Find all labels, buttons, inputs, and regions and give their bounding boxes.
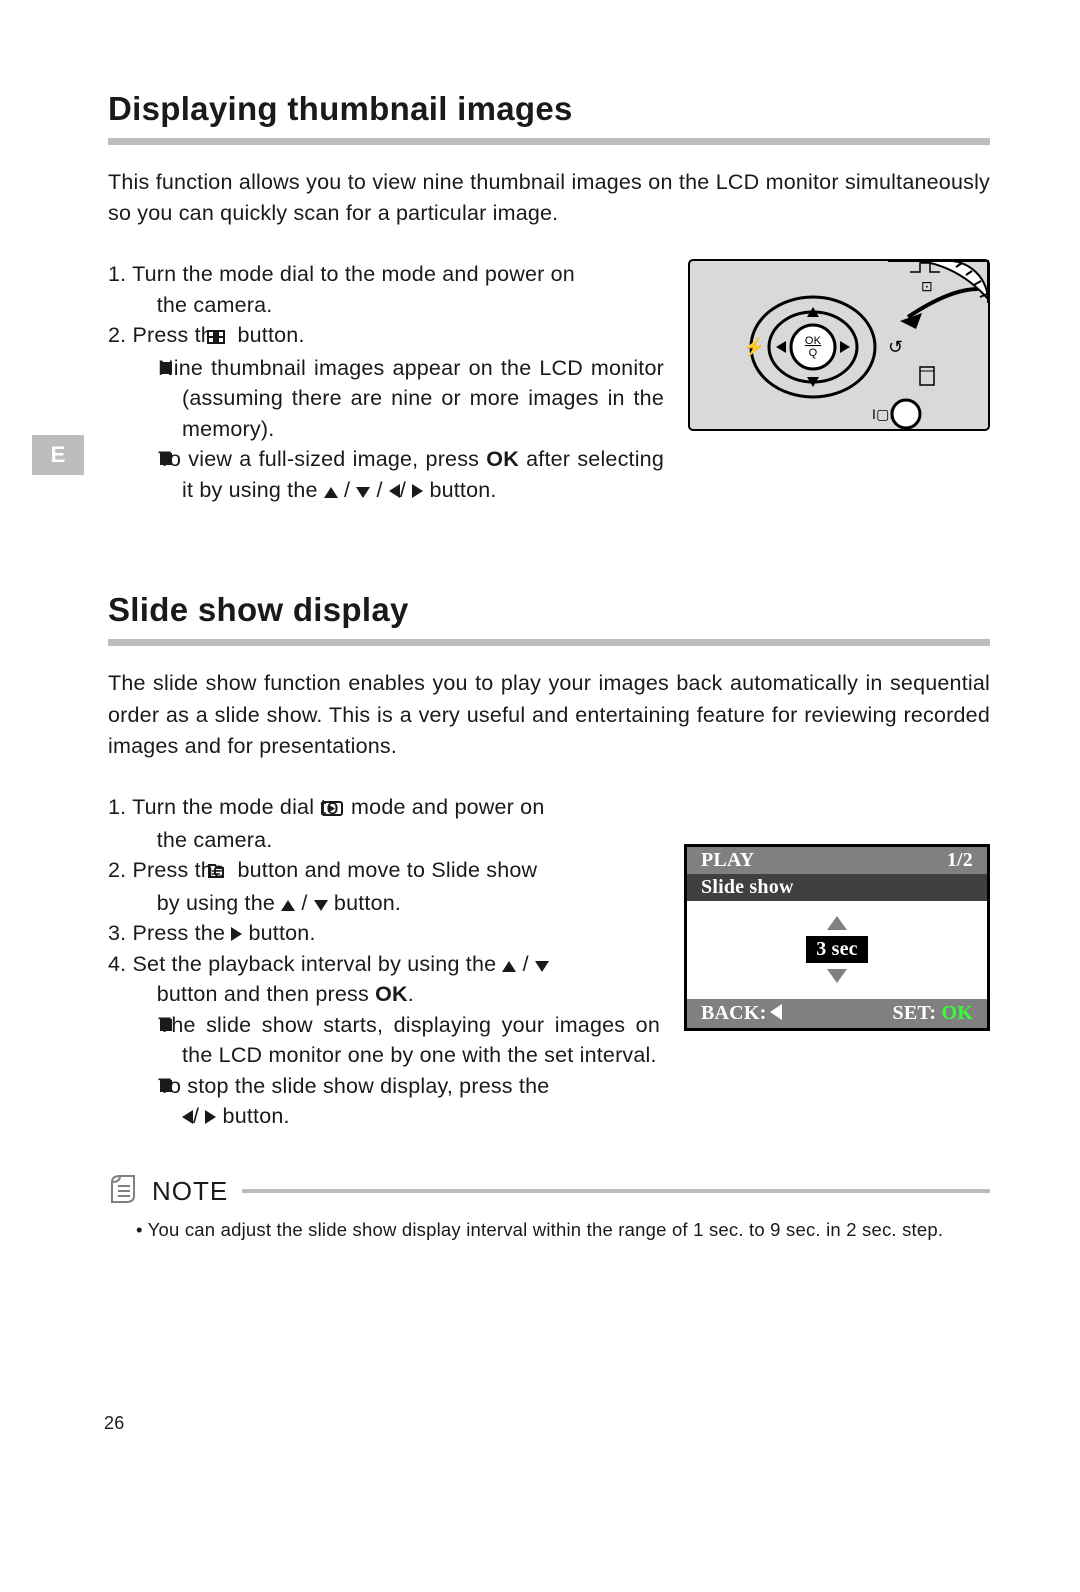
text: button. [423,478,496,502]
ok-label: OK [375,982,408,1006]
section1-body: 1. Turn the mode dial to the mode and po… [108,259,990,505]
sub-step: The slide show starts, displaying your i… [160,1010,660,1071]
down-icon [827,969,847,983]
right-icon [412,484,423,498]
text: button and move to Slide show [231,858,537,882]
section2-intro: The slide show function enables you to p… [108,668,990,762]
lcd-subtitle: Slide show [687,874,987,901]
step: 4. Set the playback interval by using th… [108,949,660,1132]
note-icon [108,1174,138,1209]
section-title-slideshow: Slide show display [108,591,990,629]
text: button. [328,891,401,915]
up-icon [502,961,516,972]
text: button and then press [157,982,375,1006]
text: 3. Press the [108,921,231,945]
divider [108,138,990,145]
section1-steps: 1. Turn the mode dial to the mode and po… [108,259,664,505]
step: 2. Press the button. Nine thumbnail imag… [108,320,664,505]
lcd-interval: 3 sec [806,936,868,963]
text: 1. Turn the mode dial to [108,795,345,819]
divider [242,1189,990,1193]
text: button. [231,323,304,347]
text: the camera. [157,293,273,317]
lcd-back-label: BACK: [701,1002,766,1024]
lcd-page: 1/2 [947,849,973,872]
svg-text:⊡: ⊡ [921,278,933,294]
lcd-interval-area: 3 sec [687,901,987,999]
sub-step: To stop the slide show display, press th… [160,1071,660,1132]
text: the camera. [157,828,273,852]
svg-text:I▢I: I▢I [872,406,894,422]
text: 4. Set the playback interval by using th… [108,952,502,976]
section2-body: 1. Turn the mode dial to mode and power … [108,792,990,1132]
text: To view a full-sized image, press [158,447,486,471]
sub-step: To view a full-sized image, press OK aft… [160,444,664,505]
lcd-title: PLAY [701,849,754,872]
divider [108,639,990,646]
section-title-thumbnails: Displaying thumbnail images [108,90,990,128]
up-icon [827,916,847,930]
text: 1. Turn the mode dial to the mode and po… [108,262,575,286]
svg-text:Q: Q [809,347,818,359]
right-icon [231,927,242,941]
step: 3. Press the button. [108,918,660,949]
left-icon [389,484,400,498]
step: 2. Press the button and move to Slide sh… [108,855,660,918]
page-number: 26 [104,1413,990,1434]
svg-text:↺: ↺ [888,337,903,357]
sub-step: Nine thumbnail images appear on the LCD … [160,353,664,445]
down-icon [535,961,549,972]
manual-page: E Displaying thumbnail images This funct… [0,0,1080,1592]
text: button. [242,921,315,945]
text: mode and power on [345,795,545,819]
side-tab: E [32,435,84,475]
text: To stop the slide show display, press th… [158,1074,549,1098]
lcd-footer: BACK: SET: OK [687,999,987,1028]
down-icon [314,900,328,911]
left-icon [770,1004,782,1020]
lcd-set-ok: OK [941,1002,973,1024]
note-label: NOTE [152,1176,228,1207]
lcd-header: PLAY 1/2 [687,847,987,874]
right-icon [205,1110,216,1124]
camera-diagram: OK Q ⚡ ↺ ⊡ I▢I [688,259,990,454]
down-icon [356,487,370,498]
section2-steps: 1. Turn the mode dial to mode and power … [108,792,660,1132]
step: 1. Turn the mode dial to mode and power … [108,792,660,855]
up-icon [281,900,295,911]
text: button. [216,1104,289,1128]
lcd-set-label: SET: [893,1002,942,1024]
text: by using the [157,891,282,915]
up-icon [324,487,338,498]
note-header: NOTE [108,1174,990,1209]
left-icon [182,1110,193,1124]
note-text: • You can adjust the slide show display … [136,1217,990,1244]
text: . [408,982,414,1006]
step: 1. Turn the mode dial to the mode and po… [108,259,664,320]
section1-intro: This function allows you to view nine th… [108,167,990,229]
ok-label: OK [486,447,519,471]
lcd-mockup: PLAY 1/2 Slide show 3 sec BACK: SET: OK [684,844,990,1031]
svg-text:⚡: ⚡ [743,336,766,358]
svg-text:OK: OK [805,335,822,347]
